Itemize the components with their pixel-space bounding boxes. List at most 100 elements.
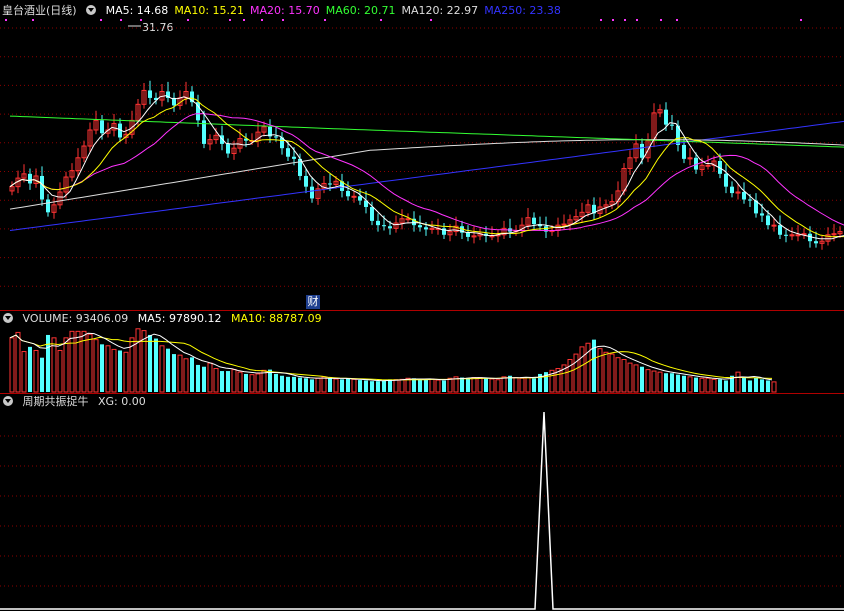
volume-bar xyxy=(435,379,441,393)
volume-bar xyxy=(424,379,428,392)
volume-bar xyxy=(364,380,368,392)
volume-bar xyxy=(687,376,693,393)
candle-body xyxy=(771,224,777,227)
volume-bar xyxy=(442,380,446,392)
volume-bar xyxy=(280,375,284,392)
ma120-line xyxy=(9,139,844,210)
volume-bar xyxy=(418,379,422,392)
volume-bar xyxy=(657,371,663,393)
volume-bar xyxy=(484,378,488,392)
volume-bar xyxy=(100,344,104,392)
volume-bar xyxy=(766,380,770,392)
signal-dot xyxy=(140,19,142,21)
volume-bar xyxy=(172,354,176,392)
volume-bar xyxy=(226,371,230,392)
chevron-down-icon[interactable] xyxy=(3,313,13,323)
volume-value: VOLUME: 93406.09 xyxy=(22,312,129,325)
volume-bar xyxy=(460,377,464,392)
candle-body xyxy=(226,143,230,154)
candle-body xyxy=(670,124,674,126)
volume-ma5: MA5: 97890.12 xyxy=(137,312,222,325)
candle-body xyxy=(46,199,50,213)
volume-bar xyxy=(340,379,344,392)
volume-bar xyxy=(123,351,129,393)
volume-bar xyxy=(111,348,117,393)
volume-bar xyxy=(579,346,585,393)
volume-bar xyxy=(393,379,399,393)
volume-bar xyxy=(711,378,717,393)
candle-body xyxy=(424,227,428,230)
volume-bar xyxy=(33,349,39,393)
volume-bar xyxy=(471,377,477,393)
signal-dot xyxy=(261,19,263,21)
volume-bar xyxy=(328,378,332,392)
volume-bar xyxy=(69,330,75,393)
candle-body xyxy=(100,120,104,134)
volume-bar xyxy=(567,359,573,393)
volume-bar xyxy=(249,374,255,393)
volume-bar xyxy=(609,353,615,393)
volume-bar xyxy=(135,328,141,393)
signal-dot xyxy=(660,19,662,21)
volume-bar xyxy=(75,330,81,393)
candle-body xyxy=(351,195,357,198)
volume-bar xyxy=(213,368,219,393)
volume-bar xyxy=(261,369,267,393)
ma-legend-item: MA10: 15.21 xyxy=(174,4,245,17)
volume-bar xyxy=(57,349,63,393)
volume-bar xyxy=(177,354,183,393)
signal-dot xyxy=(187,19,189,21)
volume-bar xyxy=(651,370,657,393)
candle-body xyxy=(346,190,350,197)
candle-body xyxy=(328,183,332,185)
signal-dot xyxy=(120,19,122,21)
volume-bar xyxy=(166,348,170,392)
volume-bar xyxy=(388,379,392,392)
volume-bar xyxy=(621,359,627,393)
volume-bar xyxy=(274,373,278,392)
volume-bar xyxy=(573,353,579,393)
volume-bar xyxy=(207,362,213,393)
volume-bar xyxy=(615,357,621,393)
volume-bar xyxy=(760,379,764,392)
candle-body xyxy=(274,136,278,138)
volume-bar xyxy=(21,351,27,393)
volume-bar xyxy=(754,377,758,392)
volume-bar xyxy=(63,337,69,393)
volume-bar xyxy=(154,338,158,392)
candle-body xyxy=(286,148,290,157)
volume-bar xyxy=(532,378,536,392)
candle-body xyxy=(778,225,782,235)
volume-bar xyxy=(15,331,21,393)
volume-bar xyxy=(376,381,380,392)
volume-ma10: MA10: 88787.09 xyxy=(230,312,322,325)
volume-bar xyxy=(118,350,122,392)
signal-dot xyxy=(32,19,34,21)
candle-body xyxy=(760,213,764,216)
volume-bar xyxy=(255,373,261,393)
volume-bar xyxy=(310,379,314,392)
volume-bar xyxy=(724,380,728,392)
volume-bar xyxy=(244,373,248,392)
volume-bar xyxy=(28,346,32,392)
volume-bar xyxy=(447,377,453,393)
volume-bar xyxy=(501,376,507,393)
signal-dot xyxy=(430,19,432,21)
volume-bar xyxy=(358,380,362,392)
volume-bar xyxy=(429,378,435,393)
ma-legend-item: MA250: 23.38 xyxy=(484,4,561,17)
volume-bar xyxy=(399,378,405,393)
candle-body xyxy=(742,192,746,200)
signal-dot xyxy=(5,19,7,21)
chevron-down-icon[interactable] xyxy=(86,5,97,15)
volume-bar xyxy=(237,371,243,393)
volume-bar xyxy=(670,373,674,392)
signal-dot xyxy=(282,19,284,21)
volume-bar xyxy=(9,337,15,393)
volume-bar xyxy=(525,377,531,393)
chevron-down-icon[interactable] xyxy=(3,396,13,406)
volume-bar xyxy=(190,357,194,392)
volume-bar xyxy=(645,369,651,393)
volume-bar xyxy=(627,362,633,393)
volume-bar xyxy=(298,377,302,392)
